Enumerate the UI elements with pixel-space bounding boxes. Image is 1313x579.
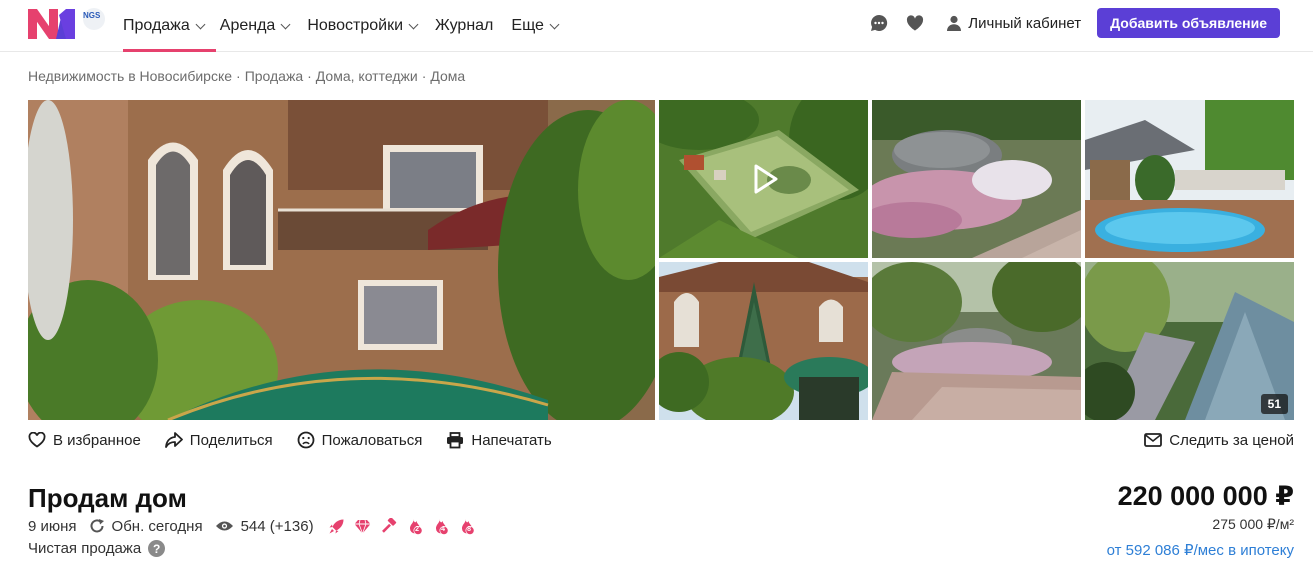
share-button[interactable]: Поделиться — [164, 431, 273, 449]
heart-outline-icon — [28, 432, 46, 448]
site-header: NGS Продажа Аренда Новостройки Журнал Ещ… — [0, 0, 1313, 52]
breadcrumb: Недвижимость в Новосибирске · Продажа · Дома… — [28, 68, 466, 84]
chevron-down-icon — [408, 19, 419, 29]
personal-cabinet-link[interactable]: Личный кабинет — [947, 15, 1081, 32]
rocket-icon[interactable] — [328, 518, 345, 535]
site-logo[interactable]: NGS — [28, 7, 106, 41]
nav-item-label: Аренда — [219, 17, 276, 34]
share-icon — [164, 432, 183, 448]
action-label: Напечатать — [471, 431, 552, 449]
chat-bubble-icon[interactable] — [867, 11, 891, 35]
gallery-photo[interactable]: 51 — [1085, 262, 1294, 420]
follow-price-button[interactable]: Следить за ценой — [1144, 432, 1294, 449]
gallery-photo[interactable] — [659, 262, 868, 420]
listing-meta: 9 июня Обн. сегодня 544 (+136) 2 4 8 — [28, 516, 475, 536]
gallery-photo[interactable] — [1085, 100, 1294, 258]
video-thumbnail[interactable] — [659, 100, 868, 258]
gallery-photo[interactable] — [872, 100, 1081, 258]
breadcrumb-item[interactable]: Продажа — [245, 68, 303, 84]
breadcrumb-item[interactable]: Дома — [430, 68, 465, 84]
action-label: Поделиться — [189, 431, 273, 449]
nav-item-label: Еще — [511, 17, 544, 34]
sale-type-label: Чистая продажа — [28, 540, 142, 557]
promo-badges: 2 4 8 — [328, 517, 475, 535]
cabinet-label: Личный кабинет — [968, 14, 1082, 32]
views-count: 544 (+136) — [215, 518, 314, 535]
header-actions: Личный кабинет Добавить объявление — [867, 8, 1280, 38]
nav-item-more[interactable]: Еще — [511, 0, 560, 52]
complain-button[interactable]: Пожаловаться — [297, 431, 423, 449]
nav-item-label: Продажа — [123, 17, 190, 34]
views-label: 544 (+136) — [240, 517, 314, 535]
nav-item-rent[interactable]: Аренда — [219, 0, 291, 52]
nav-item-label: Новостройки — [307, 17, 403, 34]
fire-8-icon[interactable]: 8 — [458, 518, 475, 535]
question-icon[interactable]: ? — [148, 540, 166, 557]
play-icon — [754, 164, 778, 194]
listing-title: Продам дом — [28, 483, 187, 513]
fire-4-icon[interactable]: 4 — [432, 518, 449, 535]
add-listing-button[interactable]: Добавить объявление — [1097, 8, 1280, 38]
action-label: Пожаловаться — [321, 431, 423, 449]
listing-actions: В избранное Поделиться Пожаловаться Напе… — [28, 428, 1294, 452]
action-label: В избранное — [53, 431, 141, 449]
listing-price: 220 000 000 ₽ — [1117, 481, 1294, 511]
chevron-down-icon — [280, 19, 291, 29]
chevron-down-icon — [549, 19, 560, 29]
eye-icon — [215, 521, 233, 531]
action-label: Следить за ценой — [1169, 431, 1294, 449]
breadcrumb-item[interactable]: Дома, коттеджи — [316, 68, 418, 84]
logo-badge: NGS — [83, 11, 101, 20]
updated-info: Обн. сегодня — [89, 518, 203, 535]
breadcrumb-item[interactable]: Недвижимость в Новосибирске — [28, 68, 232, 84]
sad-face-icon — [297, 431, 315, 449]
photo-gallery: 51 — [28, 100, 1294, 420]
main-photo[interactable] — [28, 100, 655, 420]
fire-2-icon[interactable]: 2 — [406, 518, 423, 535]
photo-count-badge[interactable]: 51 — [1260, 394, 1288, 414]
chevron-down-icon — [195, 19, 206, 29]
add-to-favorites-button[interactable]: В избранное — [28, 432, 141, 449]
price-per-m2: 275 000 ₽/м² — [1212, 516, 1294, 532]
nav-item-journal[interactable]: Журнал — [435, 0, 493, 52]
print-button[interactable]: Напечатать — [446, 431, 552, 449]
diamond-icon[interactable] — [354, 519, 371, 534]
heart-icon[interactable] — [903, 11, 927, 35]
user-icon — [947, 15, 962, 31]
mortgage-link[interactable]: от 592 086 ₽/мес в ипотеку — [1107, 541, 1294, 559]
gallery-photo[interactable] — [872, 262, 1081, 420]
nav-item-sale[interactable]: Продажа — [123, 0, 216, 52]
hammer-icon[interactable] — [380, 517, 397, 535]
main-nav: Продажа Аренда Новостройки Журнал Еще — [123, 0, 560, 52]
sale-type: Чистая продажа ? — [28, 540, 166, 557]
printer-icon — [447, 431, 464, 448]
publish-date: 9 июня — [28, 517, 77, 535]
mail-icon — [1144, 433, 1163, 447]
nav-item-new-buildings[interactable]: Новостройки — [307, 0, 419, 52]
refresh-icon — [90, 519, 104, 533]
updated-label: Обн. сегодня — [111, 517, 203, 535]
nav-item-label: Журнал — [435, 17, 494, 34]
